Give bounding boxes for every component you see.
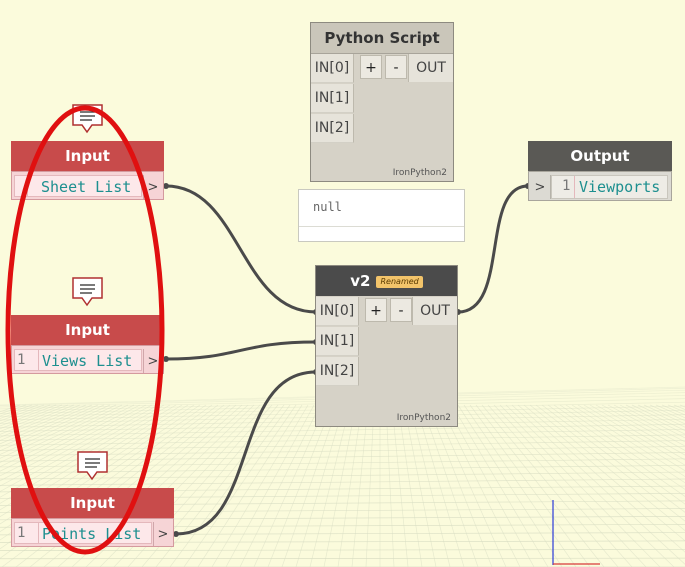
node-body: Sheet List > (11, 171, 164, 200)
input-value: Views List (42, 352, 133, 370)
node-header[interactable]: v2 Renamed (316, 266, 457, 296)
output-port-arrow[interactable]: > (143, 175, 162, 199)
index-separator (38, 350, 39, 370)
input-port-arrow[interactable]: > (530, 175, 551, 199)
preview-divider (299, 226, 464, 227)
output-value: Viewports (579, 178, 661, 196)
node-header[interactable]: Input (11, 141, 164, 171)
python-script-node[interactable]: Python Script IN[0] IN[1] IN[2] + - OUT … (310, 22, 454, 182)
output-port-arrow[interactable]: > (153, 522, 172, 546)
node-body: 1 Points List > (11, 518, 174, 547)
preview-value: null (313, 200, 342, 214)
node-body: > 1 Viewports (528, 171, 672, 201)
input-value-field[interactable]: Sheet List (14, 175, 142, 197)
input-port-in0[interactable]: IN[0] (311, 54, 354, 83)
input-value-field[interactable]: 1 Points List (14, 522, 152, 544)
add-input-button[interactable]: + (365, 298, 387, 322)
input-node-views-list[interactable]: Input 1 Views List > (11, 315, 164, 374)
comment-icon[interactable] (72, 277, 104, 307)
node-header[interactable]: Python Script (311, 23, 453, 54)
node-header[interactable]: Input (11, 488, 174, 518)
engine-label: IronPython2 (392, 168, 447, 178)
list-index: 1 (562, 178, 571, 194)
engine-label: IronPython2 (396, 413, 451, 423)
node-header[interactable]: Input (11, 315, 164, 345)
input-node-sheet-list[interactable]: Input Sheet List > (11, 141, 164, 200)
input-port-in1[interactable]: IN[1] (316, 327, 359, 356)
output-port-out[interactable]: OUT (408, 54, 453, 82)
index-separator (27, 176, 28, 196)
remove-input-button[interactable]: - (390, 298, 412, 322)
index-separator (38, 523, 39, 543)
remove-input-button[interactable]: - (385, 55, 407, 79)
list-index: 1 (17, 525, 26, 541)
preview-bubble[interactable]: null (298, 189, 465, 242)
input-port-in2[interactable]: IN[2] (316, 357, 359, 386)
index-separator (574, 176, 575, 198)
add-input-button[interactable]: + (360, 55, 382, 79)
wire-sheet-to-in0 (165, 184, 317, 314)
node-title: v2 (350, 272, 371, 290)
list-index: 1 (17, 352, 26, 368)
node-header[interactable]: Output (528, 141, 672, 171)
input-value: Points List (42, 525, 142, 543)
output-port-arrow[interactable]: > (143, 349, 162, 373)
input-node-points-list[interactable]: Input 1 Points List > (11, 488, 174, 547)
input-port-in0[interactable]: IN[0] (316, 297, 359, 326)
comment-icon[interactable] (72, 104, 104, 134)
input-value: Sheet List (41, 178, 132, 196)
renamed-badge: Renamed (376, 276, 423, 288)
python-node-v2[interactable]: v2 Renamed IN[0] IN[1] IN[2] + - OUT Iron… (315, 265, 458, 427)
output-port-out[interactable]: OUT (412, 297, 457, 325)
wire-views-to-in1 (165, 340, 317, 361)
output-value-field[interactable]: 1 Viewports (551, 175, 668, 199)
node-body: 1 Views List > (11, 345, 164, 374)
input-value-field[interactable]: 1 Views List (14, 349, 142, 371)
input-port-in2[interactable]: IN[2] (311, 114, 354, 143)
comment-icon[interactable] (77, 451, 109, 481)
output-node-viewports[interactable]: Output > 1 Viewports (528, 141, 672, 201)
input-port-in1[interactable]: IN[1] (311, 84, 354, 113)
wire-out-to-output (457, 184, 529, 314)
